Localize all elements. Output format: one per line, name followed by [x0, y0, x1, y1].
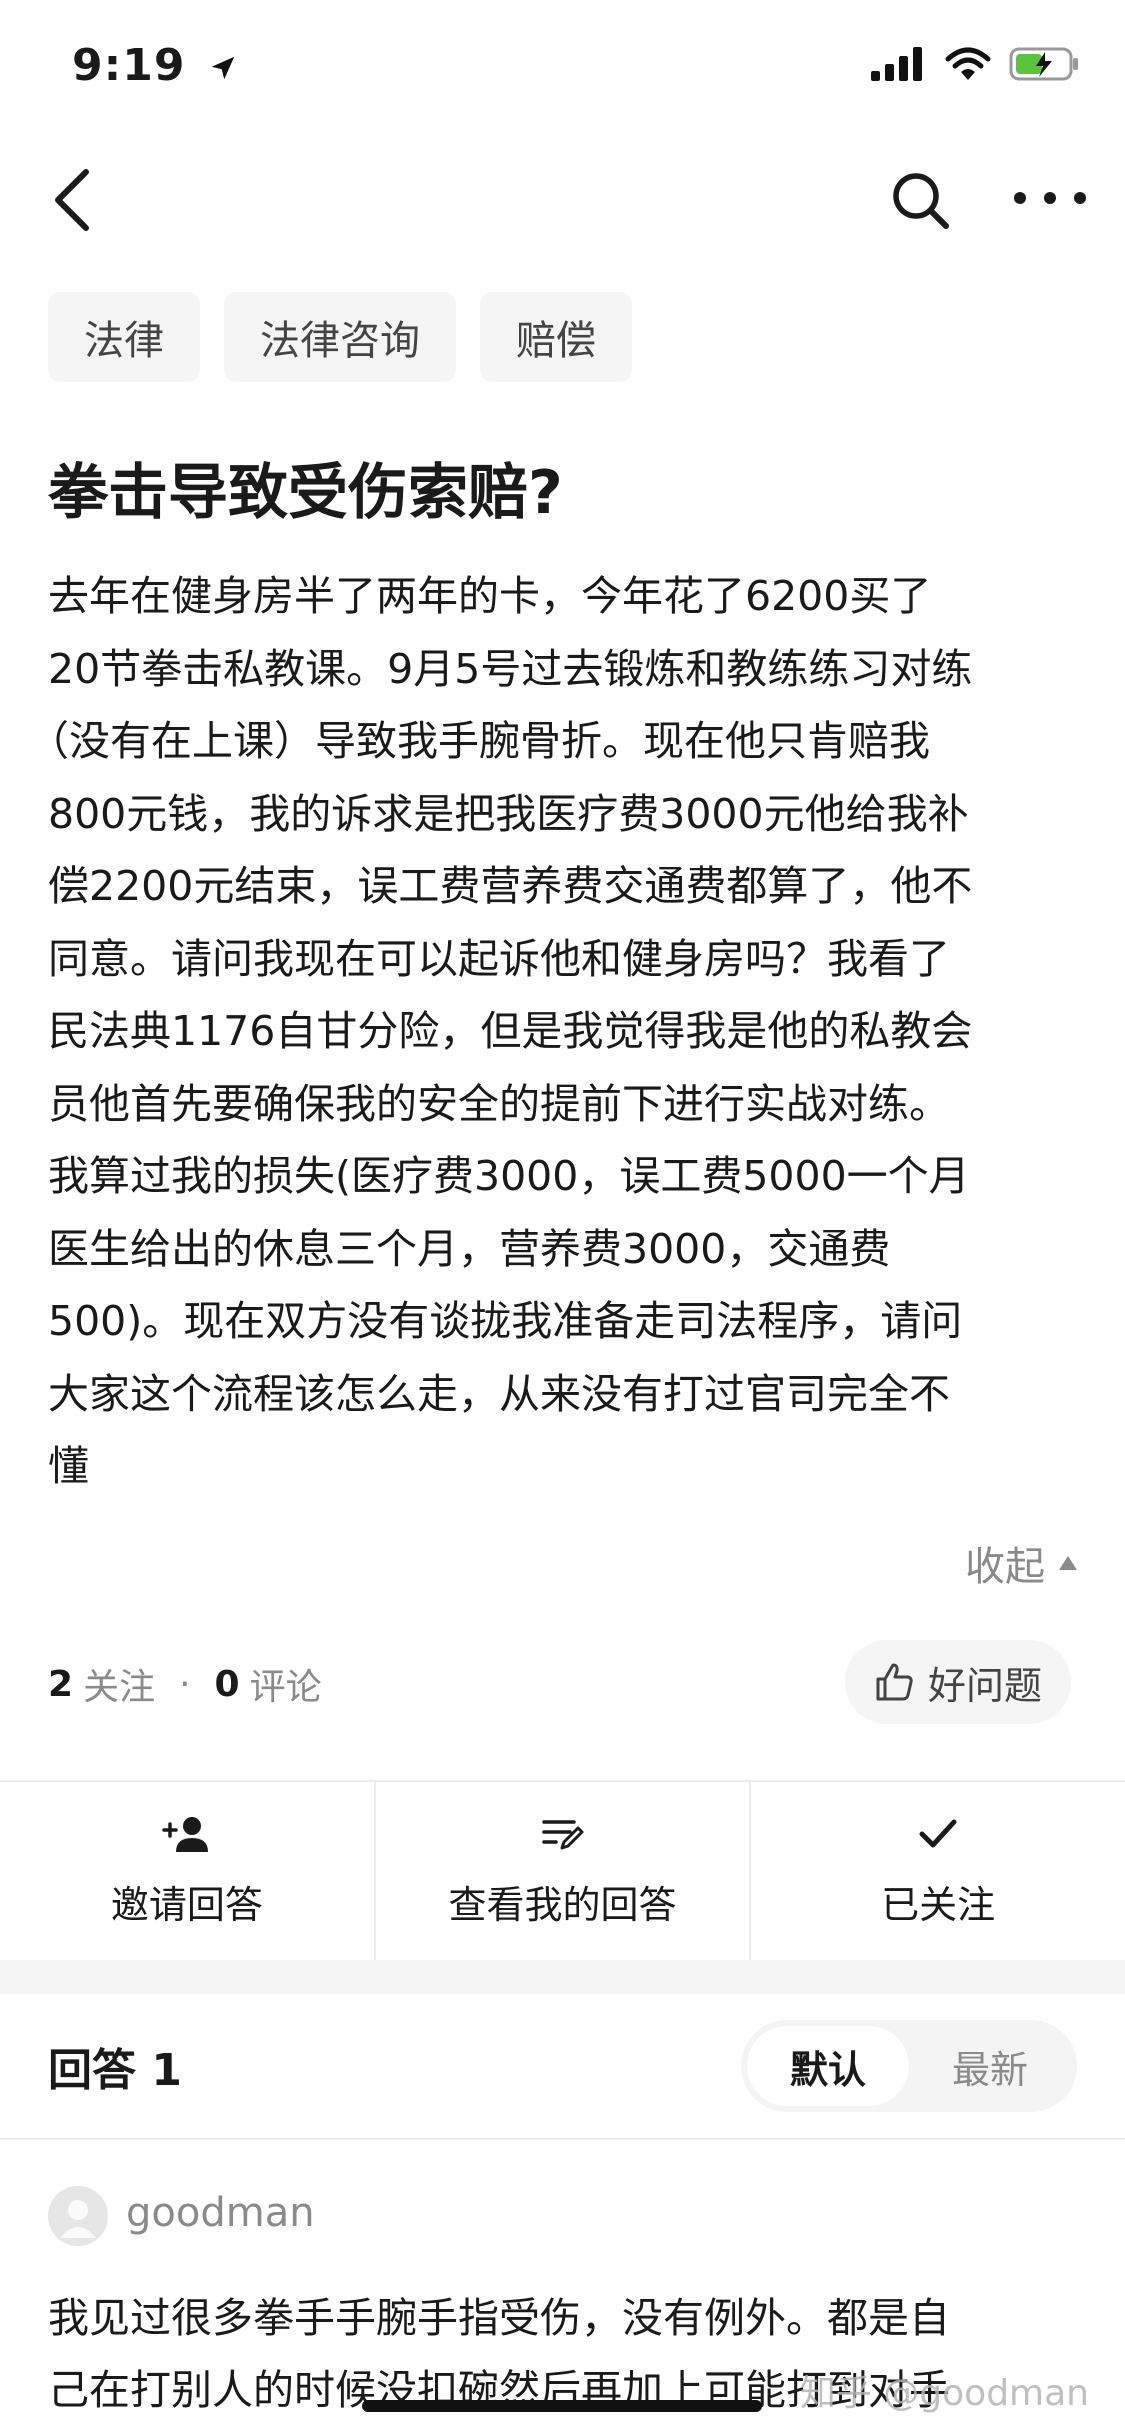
question-line: 20节拳击私教课。9月5号过去锻炼和教练练习对练: [48, 644, 973, 693]
question-line: 大家这个流程该怎么走，从来没有打过官司完全不: [48, 1369, 950, 1418]
search-button[interactable]: [888, 168, 952, 232]
topic-tags: 法律 法律咨询 赔偿: [48, 292, 632, 382]
question-line: 懂: [48, 1442, 89, 1490]
view-my-answer-button[interactable]: 查看我的回答: [373, 1782, 750, 1960]
location-arrow-icon: [211, 56, 235, 80]
question-actions: 邀请回答 查看我的回答 已关注: [0, 1782, 1125, 1960]
sort-latest-option[interactable]: 最新: [909, 2026, 1071, 2106]
good-question-button[interactable]: 好问题: [845, 1640, 1071, 1724]
sort-toggle: 默认 最新: [741, 2020, 1077, 2112]
question-line: 员他首先要确保我的安全的提前下进行实战对练。: [48, 1079, 950, 1128]
topic-tag[interactable]: 法律咨询: [224, 292, 456, 382]
followed-button[interactable]: 已关注: [749, 1782, 1125, 1960]
question-line: 偿2200元结束，误工费营养费交通费都算了，他不: [48, 862, 973, 910]
invite-answer-button[interactable]: 邀请回答: [0, 1782, 374, 1960]
topic-tag[interactable]: 法律: [48, 292, 200, 382]
wifi-icon: [945, 47, 991, 80]
answers-count-title: 回答 1: [48, 2045, 182, 2096]
invite-answer-label: 邀请回答: [110, 1882, 263, 1927]
question-stats: 2 关注 · 0 评论: [48, 1658, 322, 1710]
collapse-label: 收起: [965, 1544, 1045, 1590]
avatar-placeholder-icon: [48, 2186, 108, 2246]
more-horizontal-icon: [1014, 192, 1086, 204]
followers-label: 关注: [83, 1667, 156, 1708]
question-title: 拳击导致受伤索赔?: [48, 458, 563, 528]
separator-dot: ·: [179, 1663, 191, 1705]
status-time: 9:19: [72, 40, 238, 91]
divider: [0, 2138, 1125, 2140]
question-line: （没有在上课）导致我手腕骨折。现在他只肯赔我: [28, 717, 930, 765]
home-indicator[interactable]: [362, 2400, 762, 2412]
avatar[interactable]: [48, 2186, 108, 2246]
good-question-label: 好问题: [927, 1663, 1042, 1708]
question-line: 去年在健身房半了两年的卡，今年花了6200买了: [48, 572, 932, 620]
watermark: 知乎 @goodman: [799, 2373, 1089, 2414]
section-gap: [0, 1960, 1125, 1994]
question-body: 去年在健身房半了两年的卡，今年花了6200买了 20节拳击私教课。9月5号过去锻…: [28, 560, 1078, 1503]
search-icon: [893, 173, 949, 229]
author-name[interactable]: goodman: [126, 2190, 315, 2236]
question-line: 500)。现在双方没有谈拢我准备走司法程序，请问: [48, 1297, 963, 1345]
question-line: 800元钱，我的诉求是把我医疗费3000元他给我补: [48, 789, 969, 838]
answer-line: 我见过很多拳手手腕手指受伤，没有例外。都是自: [48, 2294, 950, 2342]
followed-label: 已关注: [881, 1882, 996, 1927]
more-button[interactable]: [1008, 178, 1092, 218]
signal-icon: [871, 47, 922, 81]
thumbs-up-icon: [876, 1663, 913, 1701]
topic-tag[interactable]: 赔偿: [480, 292, 632, 382]
followers-count: 2: [48, 1663, 74, 1705]
view-my-answer-label: 查看我的回答: [448, 1882, 677, 1927]
check-icon: [919, 1819, 957, 1847]
sort-default-option[interactable]: 默认: [747, 2026, 909, 2106]
chevron-left-icon: [55, 169, 89, 231]
back-button[interactable]: [44, 160, 104, 240]
question-line: 同意。请问我现在可以起诉他和健身房吗？我看了: [48, 934, 950, 983]
edit-list-icon: [541, 1819, 583, 1849]
status-icons: [871, 46, 1081, 82]
question-line: 民法典1176自甘分险，但是我觉得我是他的私教会: [48, 1007, 973, 1055]
collapse-button[interactable]: 收起: [965, 1534, 1077, 1592]
comments-count[interactable]: 0: [215, 1664, 240, 1705]
battery-charging-icon: [1009, 47, 1078, 81]
invite-user-icon: [162, 1816, 208, 1852]
question-line: 医生给出的休息三个月，营养费3000，交通费: [48, 1224, 891, 1273]
comments-label[interactable]: 评论: [250, 1658, 322, 1710]
triangle-up-icon: [1059, 1556, 1077, 1570]
question-line: 我算过我的损失(医疗费3000，误工费5000一个月: [48, 1152, 970, 1200]
